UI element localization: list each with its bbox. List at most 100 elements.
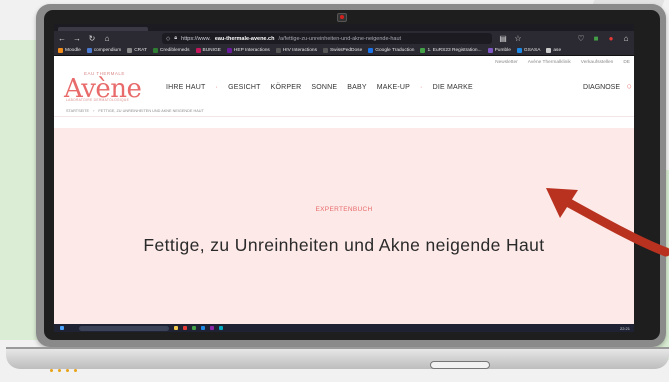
bookmark-item[interactable]: 1. EuRS23 Registration...: [420, 48, 482, 53]
home-icon[interactable]: ⌂: [103, 34, 111, 43]
breadcrumb-current: FETTIGE, ZU UNREINHEITEN UND AKNE NEIGEN…: [98, 108, 204, 113]
bookmark-label: GSASA: [523, 48, 541, 53]
main-nav: IHRE HAUT · GESICHT KÖRPER SONNE BABY MA…: [166, 84, 473, 91]
breadcrumb-separator: ›: [93, 108, 95, 113]
bookmark-label: Crediblemeds: [159, 48, 190, 53]
bookmark-star-icon[interactable]: ☆: [514, 34, 522, 43]
url-prefix: https://www.: [181, 35, 211, 42]
verkaufsstellen-link[interactable]: Verkaufsstellen: [581, 60, 614, 65]
bookmark-item[interactable]: Google Traduction: [368, 48, 414, 53]
address-bar[interactable]: ◇ 🔒︎ https://www. eau-thermale-avene.ch/a…: [162, 33, 492, 44]
bookmark-label: HIV Interactions: [282, 48, 317, 53]
nav-ihre-haut[interactable]: IHRE HAUT: [166, 84, 206, 91]
bookmark-favicon-icon: [420, 48, 426, 53]
reader-icon[interactable]: ▤: [499, 34, 507, 43]
taskbar-app-icon[interactable]: [183, 326, 187, 330]
taskbar-app-icon[interactable]: [192, 326, 196, 330]
diagnose-link[interactable]: DIAGNOSE: [583, 84, 620, 91]
browser-tab[interactable]: [58, 27, 148, 31]
bookmark-label: SwissPedDose: [329, 48, 363, 53]
url-path: /a/fettige-zu-unreinheiten-und-akne-neig…: [278, 35, 402, 42]
bookmark-item[interactable]: SwissPedDose: [322, 48, 363, 53]
extension-icon[interactable]: ■: [592, 34, 600, 43]
taskbar-app-icon[interactable]: [201, 326, 205, 330]
bookmark-favicon-icon: [58, 48, 63, 53]
bookmark-label: ase: [553, 48, 562, 53]
webcam-icon: [337, 13, 347, 22]
logo-tag: LABORATOIRE DERMATOLOGIQUE: [66, 98, 130, 102]
browser-tabbar: [54, 24, 634, 31]
nav-baby[interactable]: BABY: [347, 84, 366, 91]
bookmark-item[interactable]: HEP Interactions: [226, 48, 270, 53]
bookmark-label: Moodle: [65, 48, 81, 53]
start-icon[interactable]: [60, 326, 64, 330]
bookmark-favicon-icon: [275, 48, 281, 53]
taskbar-app-icon[interactable]: [174, 326, 178, 330]
bookmark-item[interactable]: Crediblemeds: [152, 48, 190, 53]
breadcrumb: STARTSEITE › FETTIGE, ZU UNREINHEITEN UN…: [54, 105, 634, 117]
indicator-dot: [58, 369, 61, 372]
forward-icon[interactable]: →: [73, 34, 81, 43]
taskbar-app-icon[interactable]: [219, 326, 223, 330]
thermalklinik-link[interactable]: Avène Thermalklinik: [528, 60, 571, 65]
arrow-shaft: [555, 193, 669, 257]
bookmark-favicon-icon: [487, 48, 493, 53]
back-icon[interactable]: ←: [58, 34, 66, 43]
nav-separator: ·: [420, 83, 423, 91]
nav-sonne[interactable]: SONNE: [311, 84, 337, 91]
os-taskbar: 22:21: [54, 324, 634, 332]
nav-die-marke[interactable]: DIE MARKE: [433, 84, 473, 91]
taskbar-search[interactable]: [79, 325, 169, 331]
bookmark-favicon-icon: [127, 48, 133, 53]
bookmark-label: BUNIGE: [202, 48, 221, 53]
newsletter-link[interactable]: Newsletter: [495, 60, 518, 65]
site-utility-bar: Newsletter Avène Thermalklinik Verkaufss…: [54, 56, 634, 69]
bookmark-item[interactable]: ase: [546, 48, 561, 53]
indicator-dot: [50, 369, 53, 372]
bookmark-favicon-icon: [195, 48, 201, 53]
language-selector[interactable]: DE: [623, 60, 630, 65]
nav-make-up[interactable]: MAKE-UP: [377, 84, 410, 91]
bookmark-label: Google Traduction: [375, 48, 415, 53]
menu-icon[interactable]: ⌂: [622, 34, 630, 43]
taskbar-clock: 22:21: [619, 325, 630, 331]
laptop-screen: ← → ↻ ⌂ ◇ 🔒︎ https://www. eau-thermale-av…: [54, 24, 634, 332]
bookmark-item[interactable]: Pumble: [487, 48, 511, 53]
bookmarks-bar: Moodle compendium CRAT Crediblemeds BUNIGE HE…: [54, 46, 634, 56]
avene-logo[interactable]: EAU THERMALE Avène LABORATOIRE DERMATOLO…: [64, 71, 142, 104]
bookmark-label: Pumble: [494, 48, 511, 53]
nav-gesicht[interactable]: GESICHT: [228, 84, 261, 91]
bookmark-favicon-icon: [322, 48, 328, 53]
indicator-lights: [50, 369, 77, 372]
site-header: EAU THERMALE Avène LABORATOIRE DERMATOLO…: [54, 69, 634, 105]
indicator-dot: [74, 369, 77, 372]
indicator-dot: [66, 369, 69, 372]
bookmark-label: CRAT: [134, 48, 147, 53]
url-host: eau-thermale-avene.ch: [214, 35, 275, 42]
nav-koerper[interactable]: KÖRPER: [271, 84, 302, 91]
shield-icon: ◇: [166, 35, 171, 42]
browser-navbar: ← → ↻ ⌂ ◇ 🔒︎ https://www. eau-thermale-av…: [54, 31, 634, 46]
laptop-base-notch: [430, 361, 490, 369]
bookmark-favicon-icon: [86, 48, 92, 53]
bookmark-item[interactable]: GSASA: [516, 48, 541, 53]
bookmark-item[interactable]: BUNIGE: [195, 48, 221, 53]
addon-icon[interactable]: ●: [607, 34, 615, 43]
bookmark-label: compendium: [93, 48, 122, 53]
bookmark-favicon-icon: [152, 48, 158, 53]
bookmark-favicon-icon: [546, 48, 552, 53]
breadcrumb-home[interactable]: STARTSEITE: [66, 109, 89, 113]
pocket-icon[interactable]: ♡: [577, 34, 585, 43]
bookmark-favicon-icon: [516, 48, 522, 53]
bookmark-label: HEP Interactions: [233, 48, 270, 53]
taskbar-app-icon[interactable]: [210, 326, 214, 330]
reload-icon[interactable]: ↻: [88, 34, 96, 43]
bookmark-item[interactable]: CRAT: [127, 48, 147, 53]
search-icon[interactable]: ○: [627, 81, 632, 91]
bookmark-item[interactable]: HIV Interactions: [275, 48, 317, 53]
bookmark-item[interactable]: compendium: [86, 48, 122, 53]
bookmark-favicon-icon: [226, 48, 232, 53]
bookmark-item[interactable]: Moodle: [58, 48, 81, 53]
nav-separator: ·: [215, 83, 219, 91]
red-arrow-annotation: [546, 188, 669, 257]
